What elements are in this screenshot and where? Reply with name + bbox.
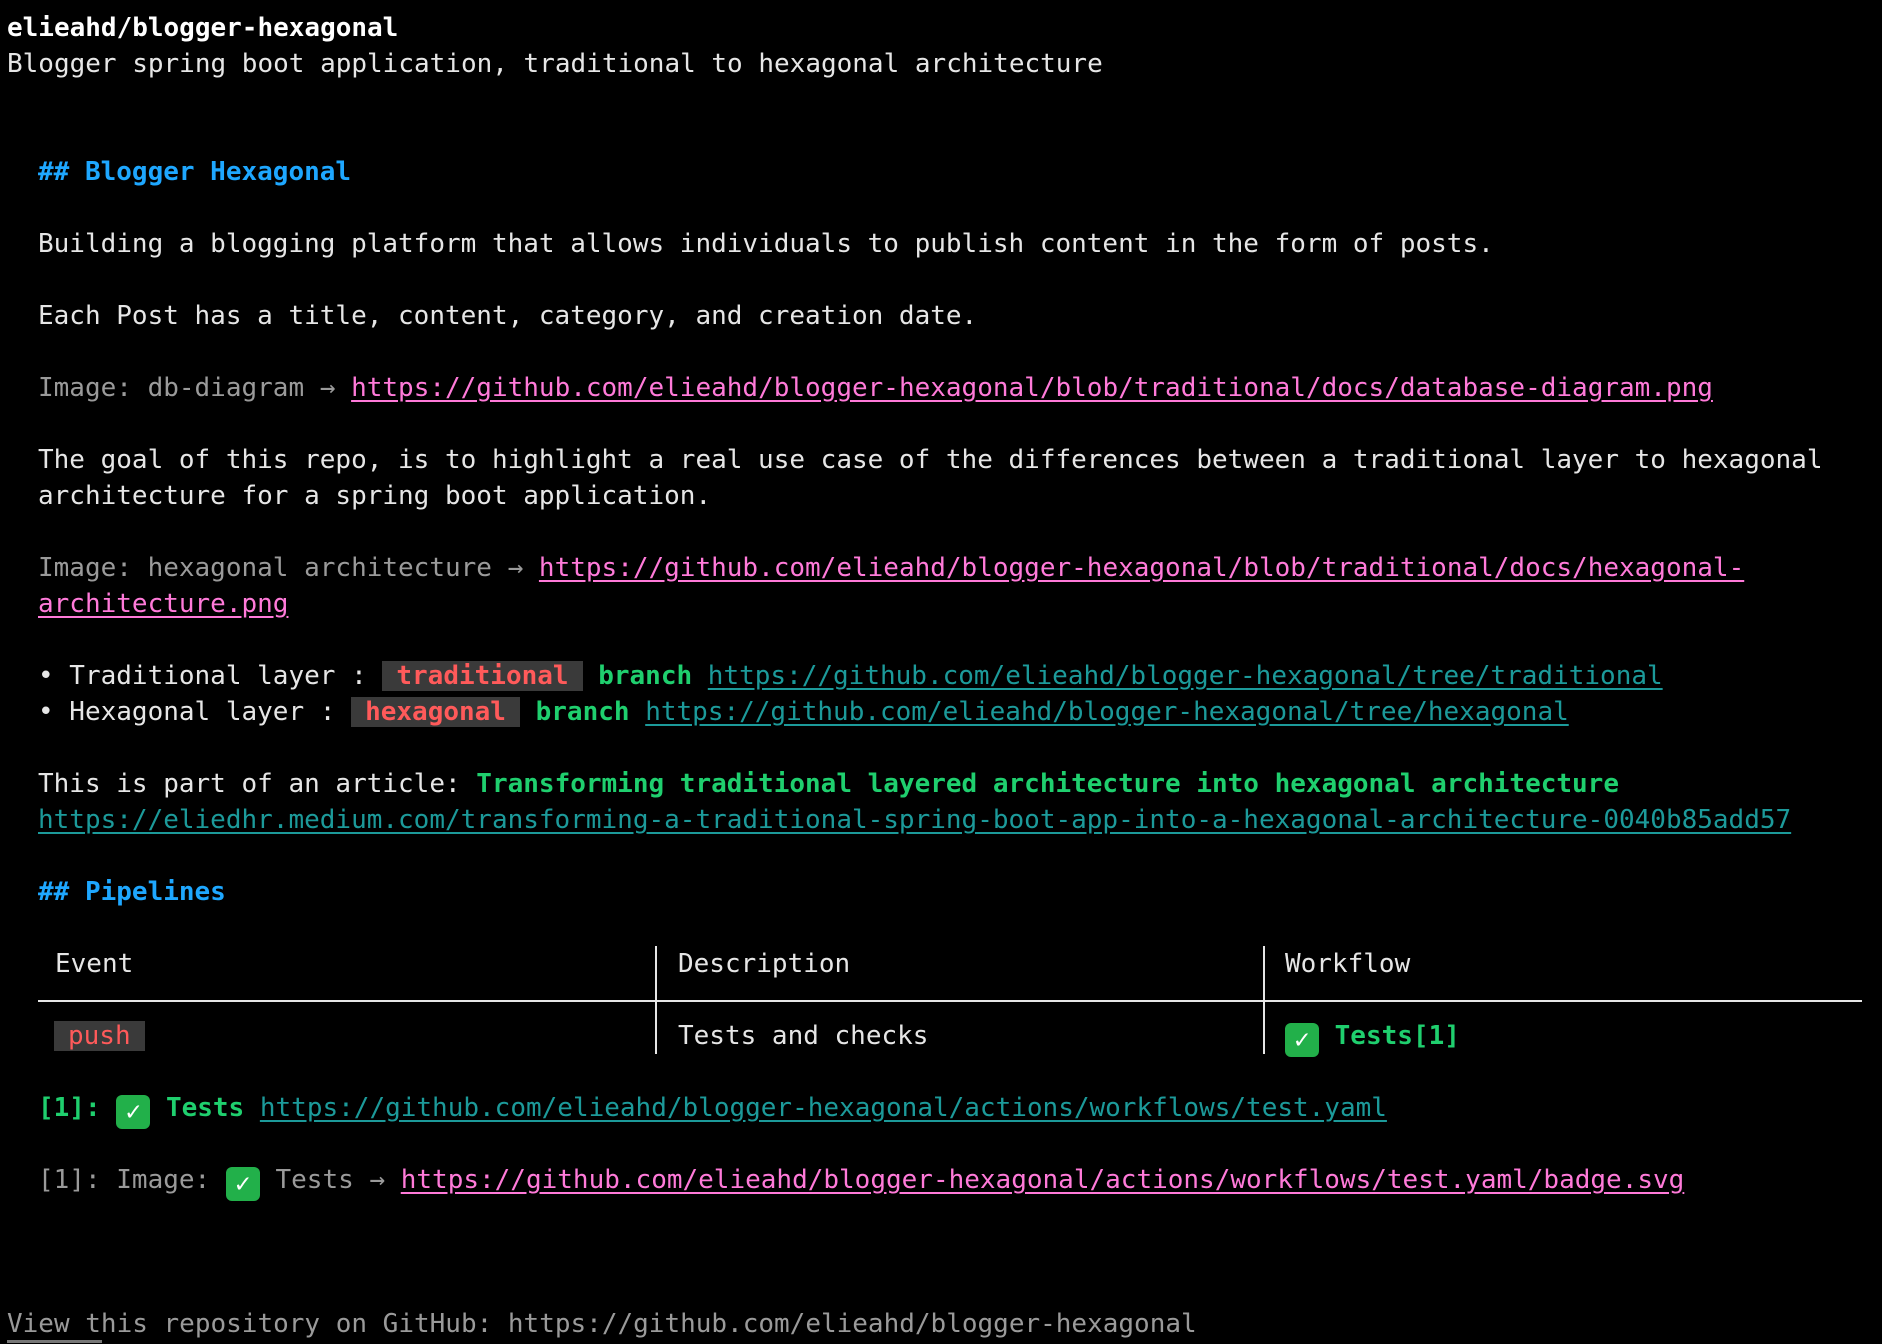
bullet-text: • Traditional layer :	[38, 661, 383, 691]
traditional-branch-link[interactable]: https://github.com/elieahd/blogger-hexag…	[708, 661, 1663, 691]
check-mark-icon: ✓	[1285, 1023, 1319, 1057]
article-line: This is part of an article: Transforming…	[38, 766, 1619, 802]
test-badge-link[interactable]: https://github.com/elieahd/blogger-hexag…	[401, 1165, 1685, 1195]
reference-tests-link: [1]: ✓ Tests https://github.com/elieahd/…	[38, 1090, 1387, 1129]
table-header-rule	[38, 1000, 1862, 1002]
workflow-tests-link[interactable]: Tests[1]	[1335, 1021, 1460, 1051]
table-header-workflow: Workflow	[1285, 949, 1411, 979]
bullet-text: • Hexagonal layer :	[38, 697, 352, 727]
branch-label: branch	[598, 661, 693, 691]
table-header-description: Description	[678, 949, 851, 979]
repo-description: Blogger spring boot application, traditi…	[7, 49, 1103, 79]
readme-heading-blogger-hexagonal: ## Blogger Hexagonal	[38, 157, 352, 187]
branch-label: branch	[535, 697, 630, 727]
readme-paragraph-post: Each Post has a title, content, category…	[38, 301, 978, 331]
reference-marker: [1]:	[38, 1093, 101, 1123]
readme-paragraph-intro: Building a blogging platform that allows…	[38, 229, 1494, 259]
image-hexagonal-architecture-cont: architecture.png	[38, 586, 288, 622]
table-header-event: Event	[55, 949, 134, 979]
article-link[interactable]: https://eliedhr.medium.com/transforming-…	[38, 805, 1791, 835]
hexagonal-architecture-link-cont[interactable]: architecture.png	[38, 589, 288, 619]
code-traditional: traditional	[382, 661, 583, 691]
code-push: push	[54, 1021, 145, 1051]
list-item: • Hexagonal layer : hexagonal branch htt…	[38, 694, 1569, 730]
cursor-underline	[7, 1340, 102, 1343]
article-prefix: This is part of an article:	[38, 769, 477, 799]
hexagonal-architecture-link[interactable]: https://github.com/elieahd/blogger-hexag…	[539, 553, 1744, 583]
image-db-diagram: Image: db-diagram → https://github.com/e…	[38, 370, 1713, 406]
test-workflow-link[interactable]: https://github.com/elieahd/blogger-hexag…	[260, 1093, 1387, 1123]
image-hexagonal-architecture: Image: hexagonal architecture → https://…	[38, 550, 1744, 586]
footer-github-link[interactable]: View this repository on GitHub: https://…	[7, 1306, 1197, 1342]
image-label: Image: hexagonal architecture →	[38, 553, 524, 583]
check-mark-icon: ✓	[116, 1095, 151, 1129]
readme-paragraph-goal-1: The goal of this repo, is to highlight a…	[38, 445, 1823, 475]
table-cell-description: Tests and checks	[678, 1021, 929, 1051]
list-item: • Traditional layer : traditional branch…	[38, 658, 1663, 694]
readme-paragraph-goal-2: architecture for a spring boot applicati…	[38, 481, 712, 511]
image-label: Image: db-diagram →	[38, 373, 336, 403]
article-url-line: https://eliedhr.medium.com/transforming-…	[38, 802, 1791, 838]
table-cell-workflow: ✓ Tests[1]	[1285, 1018, 1460, 1057]
reference-label: Tests →	[275, 1165, 386, 1195]
code-hexagonal: hexagonal	[351, 697, 520, 727]
hexagonal-branch-link[interactable]: https://github.com/elieahd/blogger-hexag…	[645, 697, 1569, 727]
db-diagram-link[interactable]: https://github.com/elieahd/blogger-hexag…	[351, 373, 1713, 403]
check-mark-icon: ✓	[225, 1167, 260, 1201]
reference-label: Tests	[165, 1093, 245, 1123]
article-title: Transforming traditional layered archite…	[476, 769, 1619, 799]
table-row: push	[54, 1018, 145, 1054]
reference-tests-badge: [1]: Image: ✓ Tests → https://github.com…	[38, 1162, 1684, 1201]
reference-marker: [1]: Image:	[38, 1165, 211, 1195]
repo-name: elieahd/blogger-hexagonal	[7, 13, 399, 43]
readme-heading-pipelines: ## Pipelines	[38, 877, 226, 907]
